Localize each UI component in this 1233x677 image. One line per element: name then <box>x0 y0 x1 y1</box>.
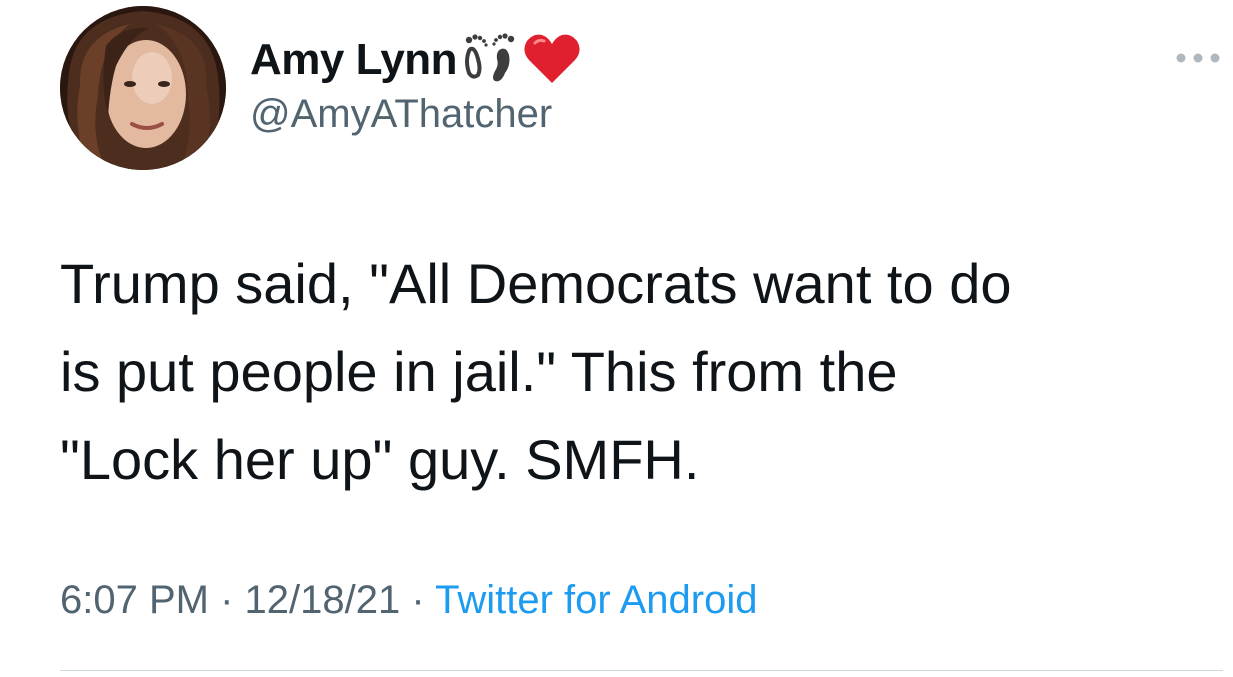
more-options-button[interactable] <box>1170 40 1226 76</box>
user-handle[interactable]: @AmyAThatcher <box>250 92 552 137</box>
display-name[interactable]: Amy Lynn <box>250 35 458 85</box>
avatar[interactable] <box>60 6 226 170</box>
tweet-metadata: 6:07 PM · 12/18/21 · Twitter for Android <box>60 578 757 623</box>
tweet-text-line: "Lock her up" guy. SMFH. <box>60 428 700 491</box>
tweet-detail: Amy Lynn @AmyAThatcher Trump said, "All … <box>0 0 1233 677</box>
tweet-time[interactable]: 6:07 PM <box>60 578 209 622</box>
tweet-text-line: Trump said, "All Democrats want to do <box>60 252 1012 315</box>
tweet-text-line: is put people in jail." This from the <box>60 340 898 403</box>
red-heart-icon <box>523 31 581 90</box>
tweet-source-link[interactable]: Twitter for Android <box>435 578 757 622</box>
more-options-icon <box>1176 53 1220 63</box>
tweet-date[interactable]: 12/18/21 <box>245 578 401 622</box>
divider <box>60 670 1223 671</box>
separator: · <box>220 578 234 622</box>
display-name-row: Amy Lynn <box>250 30 581 90</box>
footprints-icon <box>461 31 519 90</box>
tweet-text: Trump said, "All Democrats want to do is… <box>60 240 1210 504</box>
separator: · <box>411 578 425 622</box>
avatar-image <box>60 6 226 170</box>
